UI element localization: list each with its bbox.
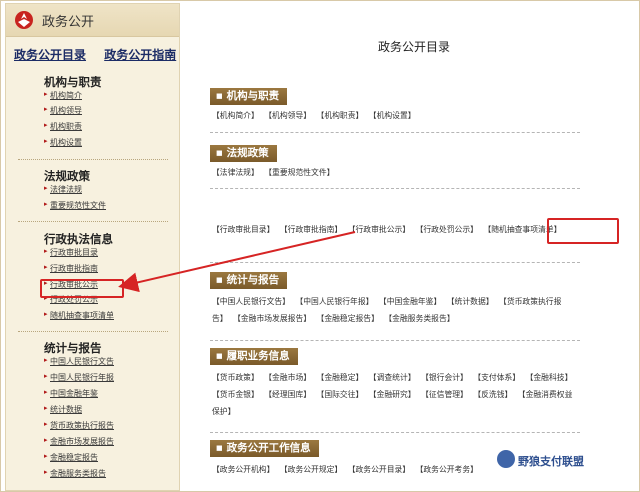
annotation-arrow	[118, 231, 356, 293]
watermark-text: 野狼支付联盟	[518, 455, 584, 468]
wechat-logo-icon	[497, 450, 515, 468]
